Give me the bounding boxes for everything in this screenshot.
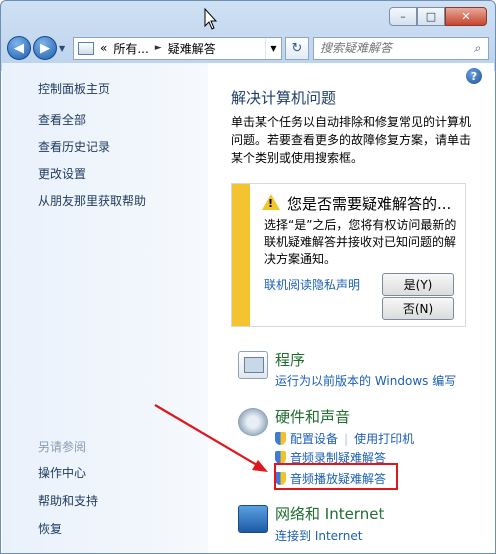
category-title-hardware-sound[interactable]: 硬件和声音 [275,406,350,427]
watermark-blur [375,509,495,553]
navigation-bar: ◀ ▶ ▼ « 所有... ► 疑难解答 ▼ ↻ ⌕ [7,35,489,61]
recent-pages-dropdown[interactable]: ▼ [59,44,69,53]
control-panel-window: – □ ✕ ◀ ▶ ▼ « 所有... ► 疑难解答 ▼ ↻ ⌕ 控制面板主页 … [0,0,496,554]
privacy-statement-link[interactable]: 联机阅读隐私声明 [264,276,360,293]
sidebar: 控制面板主页 查看全部 查看历史记录 更改设置 从朋友那里获取帮助 另请参阅 操… [2,63,208,553]
no-button[interactable]: 否(N) [382,297,454,320]
sidebar-item-action-center[interactable]: 操作中心 [38,464,98,481]
shield-icon [275,432,286,445]
close-button[interactable]: ✕ [445,7,487,26]
sidebar-item-help-and-support[interactable]: 帮助和支持 [38,492,98,509]
search-box[interactable]: ⌕ [313,36,489,60]
forward-arrow-icon: ▶ [40,40,50,56]
maximize-button[interactable]: □ [417,7,445,26]
address-bar[interactable]: « 所有... ► 疑难解答 ▼ [73,36,282,60]
page-title: 解决计算机问题 [231,89,337,107]
sidebar-item-view-all[interactable]: 查看全部 [38,111,208,128]
sidebar-item-change-settings[interactable]: 更改设置 [38,165,208,182]
use-printer-link[interactable]: 使用打印机 [354,432,414,446]
highlight-annotation-box [274,463,398,490]
refresh-button[interactable]: ↻ [285,36,309,60]
control-panel-icon [78,41,94,55]
see-also-list: 操作中心 帮助和支持 恢复 [38,464,98,548]
page-description: 单击某个任务以自动排除和修复常见的计算机问题。若要查看更多的故障修复方案，请单击… [231,115,472,165]
sidebar-item-get-help-from-friend[interactable]: 从朋友那里获取帮助 [38,192,208,209]
hardware-sound-icon[interactable] [238,408,268,436]
title-bar: – □ ✕ [1,1,495,33]
category-title-network-internet[interactable]: 网络和 Internet [275,503,384,524]
online-troubleshooting-notice: ! 您是否需要疑难解答的... 选择“是”之后，您将有权访问最新的联机疑难解答并… [231,183,466,327]
warning-exclamation-icon: ! [268,197,274,210]
run-older-programs-link[interactable]: 运行为以前版本的 Windows 编写 [275,372,456,389]
notice-accent-bar [232,184,250,326]
link-divider: | [344,432,349,446]
minimize-button[interactable]: – [389,7,417,26]
back-arrow-icon: ◀ [14,40,24,56]
breadcrumb-all-items[interactable]: 所有... [113,40,148,57]
forward-button[interactable]: ▶ [33,36,57,60]
notice-title: 您是否需要疑难解答的... [287,195,452,213]
notice-body: 选择“是”之后，您将有权访问最新的联机疑难解答并接收对已知问题的解决方案通知。 [264,218,457,266]
refresh-icon: ↻ [291,40,303,56]
caption-buttons: – □ ✕ [389,7,487,26]
see-also-heading: 另请参阅 [38,440,87,454]
help-icon[interactable]: ? [466,68,482,84]
back-button[interactable]: ◀ [7,36,31,60]
sidebar-item-recovery[interactable]: 恢复 [38,520,98,537]
search-input[interactable] [320,41,466,55]
connect-to-internet-link[interactable]: 连接到 Internet [275,527,362,544]
chevron-down-icon[interactable]: ▼ [265,37,281,59]
hardware-links-row: 配置设备 | 使用打印机 [275,430,414,447]
breadcrumb-separator-icon[interactable]: ► [155,43,162,53]
address-overflow[interactable]: « [100,41,107,55]
search-icon[interactable]: ⌕ [466,41,488,56]
configure-device-link[interactable]: 配置设备 [290,432,338,446]
sidebar-item-control-panel-home[interactable]: 控制面板主页 [38,80,208,97]
category-title-programs[interactable]: 程序 [275,349,305,370]
programs-icon[interactable] [238,351,268,379]
breadcrumb-troubleshooting[interactable]: 疑难解答 [168,40,216,57]
sidebar-item-view-history[interactable]: 查看历史记录 [38,138,208,155]
yes-button[interactable]: 是(Y) [382,273,454,296]
network-globe-icon[interactable] [238,505,268,533]
